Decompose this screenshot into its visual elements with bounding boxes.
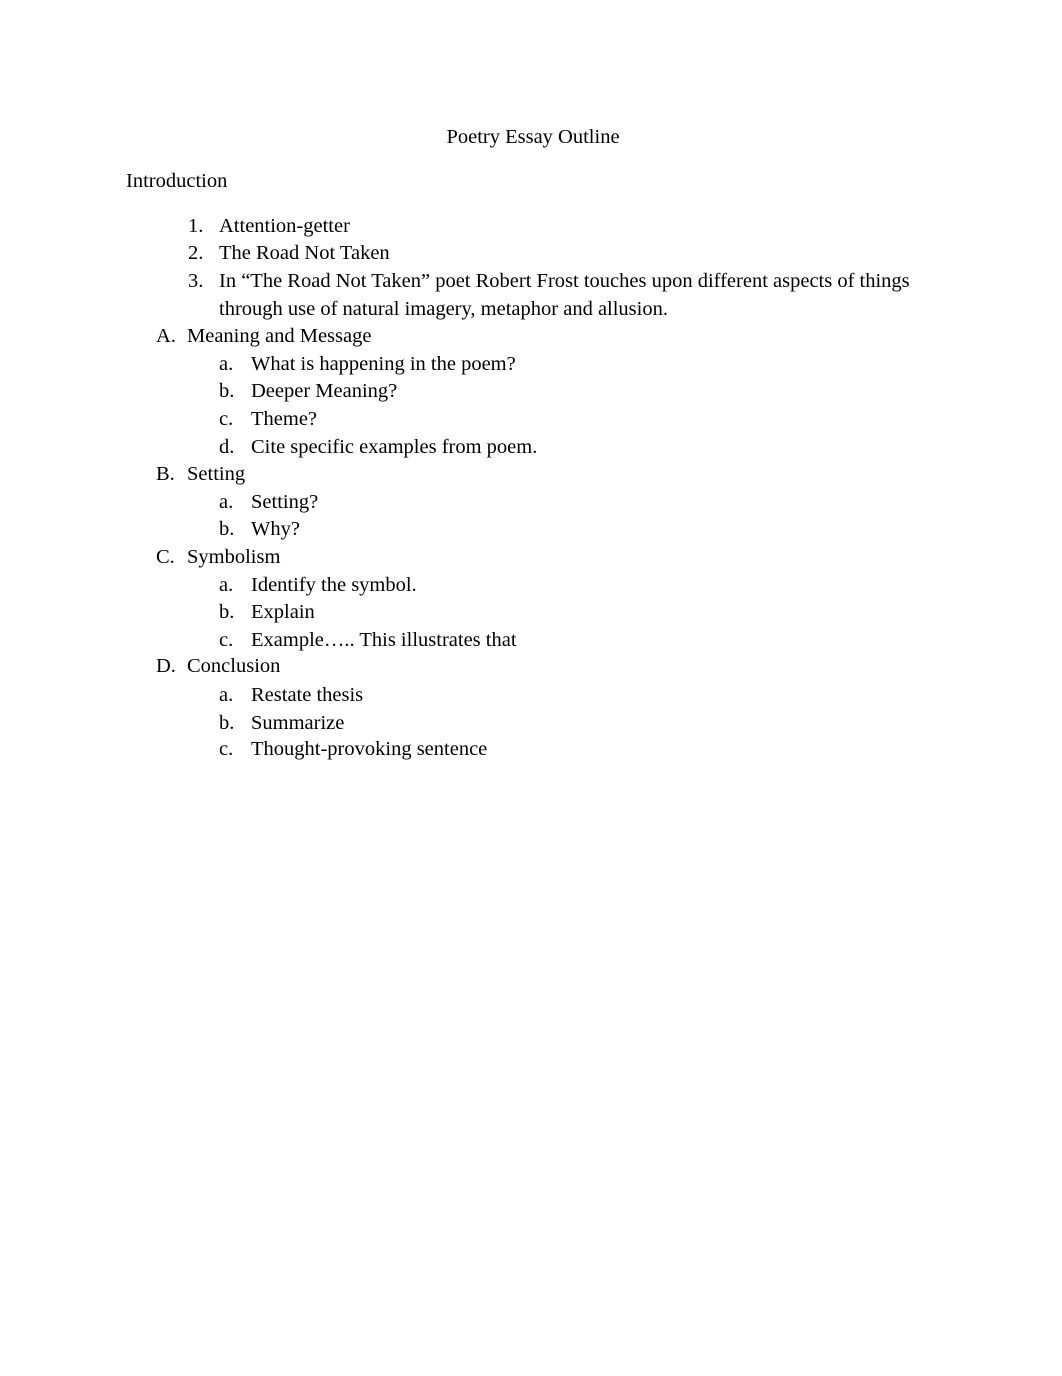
list-item-text: Thought-provoking sentence	[251, 738, 488, 760]
section-title: Symbolism	[187, 546, 281, 568]
list-marker: 3.	[188, 270, 204, 292]
section-marker: B.	[156, 463, 175, 485]
section-title: Setting	[187, 463, 246, 485]
list-marker: b.	[219, 601, 235, 623]
list-marker: b.	[219, 712, 235, 734]
list-marker: 1.	[188, 215, 204, 237]
list-item-text: Attention-getter	[219, 215, 350, 237]
list-marker: c.	[219, 408, 234, 430]
section-marker: C.	[156, 546, 175, 568]
list-marker: d.	[219, 436, 235, 458]
section-title: Conclusion	[187, 655, 281, 677]
list-item-text: Identify the symbol.	[251, 574, 417, 596]
document-title: Poetry Essay Outline	[446, 126, 620, 148]
list-marker: 2.	[188, 242, 204, 264]
list-item-text: Example….. This illustrates that	[251, 629, 517, 651]
section-marker: D.	[156, 655, 176, 677]
introduction-heading: Introduction	[126, 170, 228, 192]
list-item-text: Deeper Meaning?	[251, 380, 398, 402]
list-item-text: Explain	[251, 601, 315, 623]
list-item-text: Why?	[251, 518, 300, 540]
list-marker: b.	[219, 380, 235, 402]
list-marker: c.	[219, 629, 234, 651]
list-marker: a.	[219, 574, 234, 596]
list-marker: b.	[219, 518, 235, 540]
list-item-text: Summarize	[251, 712, 345, 734]
list-item-text: What is happening in the poem?	[251, 353, 516, 375]
list-marker: a.	[219, 684, 234, 706]
list-item-text: Restate thesis	[251, 684, 364, 706]
list-item-text: Cite specific examples from poem.	[251, 436, 538, 458]
list-marker: a.	[219, 353, 234, 375]
section-title: Meaning and Message	[187, 325, 372, 347]
list-marker: a.	[219, 491, 234, 513]
list-item-continuation: through use of natural imagery, metaphor…	[219, 298, 668, 320]
list-item-text: Theme?	[251, 408, 318, 430]
list-item-text: In “The Road Not Taken” poet Robert Fros…	[219, 270, 910, 292]
section-marker: A.	[156, 325, 176, 347]
list-item-text: The Road Not Taken	[219, 242, 390, 264]
list-marker: c.	[219, 738, 234, 760]
list-item-text: Setting?	[251, 491, 319, 513]
